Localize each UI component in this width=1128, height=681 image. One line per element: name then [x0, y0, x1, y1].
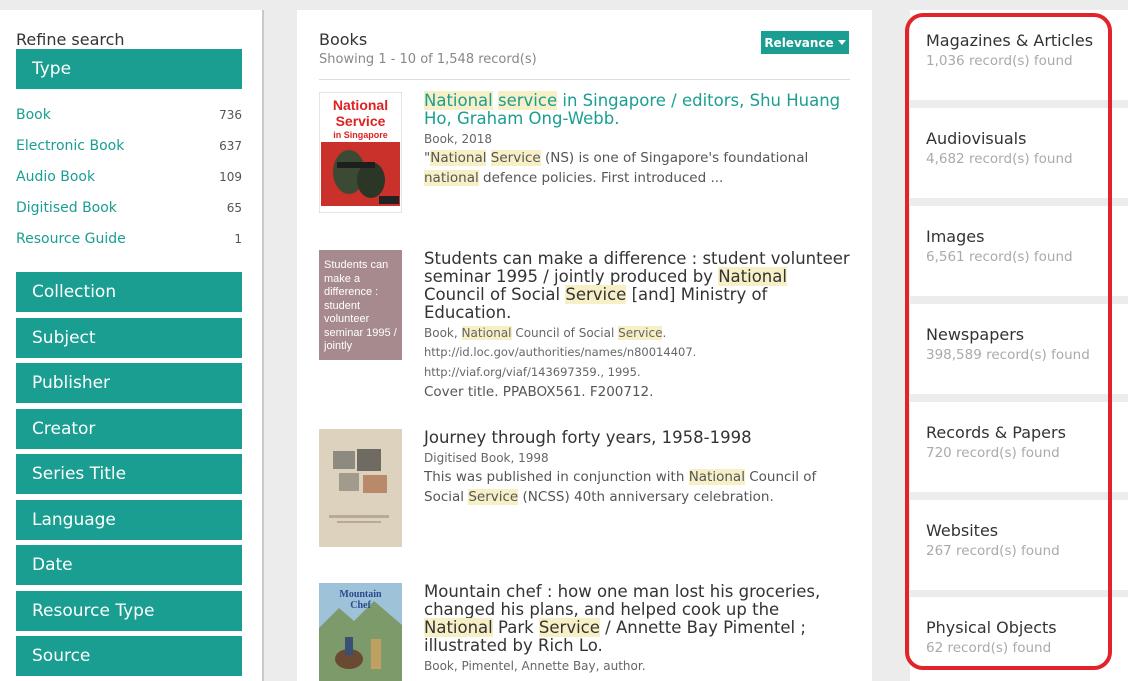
facet-subject-button[interactable]: Subject	[16, 318, 242, 358]
sort-label: Relevance	[764, 35, 834, 50]
refine-sidebar: Refine search Type Book 736 Electronic B…	[0, 10, 264, 681]
cover-text: Students can make a difference : student…	[324, 259, 397, 352]
other-categories-panel: Magazines & Articles 1,036 record(s) fou…	[904, 10, 1128, 681]
type-filter-count: 65	[226, 201, 242, 215]
facet-source-button[interactable]: Source	[16, 636, 242, 676]
type-filter-label: Digitised Book	[16, 200, 117, 216]
book-cover-thumbnail[interactable]: Mountain Chef	[319, 583, 402, 681]
refine-title: Refine search	[16, 30, 125, 49]
result-authority-link: http://id.loc.gov/authorities/names/n800…	[424, 345, 697, 359]
results-title: Books	[319, 30, 368, 49]
category-card-records-papers[interactable]: Records & Papers 720 record(s) found	[910, 402, 1128, 492]
category-card-websites[interactable]: Websites 267 record(s) found	[910, 500, 1128, 590]
type-filter-label: Book	[16, 107, 51, 123]
result-authority-link: http://viaf.org/viaf/143697359., 1995.	[424, 365, 641, 379]
facet-series-title-button[interactable]: Series Title	[16, 454, 242, 494]
facet-date-button[interactable]: Date	[16, 545, 242, 585]
results-panel: Books Showing 1 - 10 of 1,548 record(s) …	[297, 10, 872, 681]
category-card-magazines-articles[interactable]: Magazines & Articles 1,036 record(s) fou…	[910, 10, 1128, 100]
category-name: Images	[926, 227, 985, 246]
type-filter-count: 637	[219, 139, 242, 153]
book-cover-thumbnail[interactable]: Students can make a difference : student…	[319, 250, 402, 360]
result-meta: Book, National Council of Social Service…	[424, 326, 667, 340]
category-count: 62 record(s) found	[926, 640, 1052, 656]
result-title-link[interactable]: Mountain chef : how one man lost his gro…	[424, 583, 852, 655]
type-filter-audio-book[interactable]: Audio Book 109	[16, 167, 242, 187]
result-title-link[interactable]: Journey through forty years, 1958-1998	[424, 429, 852, 447]
category-count: 1,036 record(s) found	[926, 53, 1073, 69]
result-description: This was published in conjunction with N…	[424, 469, 817, 505]
cover-title-line: Chef	[350, 600, 371, 611]
type-filter-resource-guide[interactable]: Resource Guide 1	[16, 229, 242, 249]
category-name: Newspapers	[926, 325, 1025, 344]
cover-title-line: Service	[336, 113, 386, 129]
category-card-images[interactable]: Images 6,561 record(s) found	[910, 206, 1128, 296]
type-filter-count: 1	[234, 232, 242, 246]
divider	[319, 79, 850, 80]
facet-resource-type-button[interactable]: Resource Type	[16, 591, 242, 631]
type-filter-label: Electronic Book	[16, 138, 125, 154]
facet-type-button[interactable]: Type	[16, 49, 242, 89]
category-name: Physical Objects	[926, 618, 1057, 637]
type-filter-label: Audio Book	[16, 169, 96, 185]
category-card-physical-objects[interactable]: Physical Objects 62 record(s) found	[910, 597, 1128, 681]
result-description: "National Service (NS) is one of Singapo…	[424, 150, 809, 186]
cover-title-line: Mountain	[339, 589, 382, 600]
category-count: 398,589 record(s) found	[926, 347, 1090, 363]
book-cover-thumbnail[interactable]: National Service in Singapore	[318, 91, 403, 214]
category-card-newspapers[interactable]: Newspapers 398,589 record(s) found	[910, 304, 1128, 394]
cover-title-line: National	[333, 97, 388, 113]
results-count: Showing 1 - 10 of 1,548 record(s)	[319, 52, 537, 67]
type-filter-electronic-book[interactable]: Electronic Book 637	[16, 136, 242, 156]
book-cover-thumbnail[interactable]	[319, 429, 402, 547]
category-count: 267 record(s) found	[926, 543, 1060, 559]
category-name: Magazines & Articles	[926, 31, 1094, 50]
facet-collection-button[interactable]: Collection	[16, 272, 242, 312]
result-meta: Book, 2018	[424, 132, 493, 146]
category-name: Websites	[926, 521, 999, 540]
category-card-audiovisuals[interactable]: Audiovisuals 4,682 record(s) found	[910, 108, 1128, 198]
type-filter-count: 109	[219, 170, 242, 184]
result-meta: Book, Pimentel, Annette Bay, author.	[424, 659, 646, 673]
cover-title-line: in Singapore	[333, 130, 388, 140]
category-count: 6,561 record(s) found	[926, 249, 1073, 265]
result-description: Cover title. PPABOX561. F200712.	[424, 384, 654, 400]
type-filter-count: 736	[219, 108, 242, 122]
category-name: Records & Papers	[926, 423, 1066, 442]
caret-down-icon	[837, 40, 846, 45]
facet-publisher-button[interactable]: Publisher	[16, 363, 242, 403]
type-filter-digitised-book[interactable]: Digitised Book 65	[16, 198, 242, 218]
category-count: 4,682 record(s) found	[926, 151, 1073, 167]
type-filter-book[interactable]: Book 736	[16, 105, 242, 125]
sort-dropdown[interactable]: Relevance	[761, 31, 849, 54]
result-title-link[interactable]: National service in Singapore / editors,…	[424, 91, 852, 128]
type-filter-label: Resource Guide	[16, 231, 126, 247]
result-meta: Digitised Book, 1998	[424, 451, 549, 465]
facet-creator-button[interactable]: Creator	[16, 409, 242, 449]
category-name: Audiovisuals	[926, 129, 1027, 148]
category-count: 720 record(s) found	[926, 445, 1060, 461]
result-title-link[interactable]: Students can make a difference : student…	[424, 250, 852, 322]
facet-language-button[interactable]: Language	[16, 500, 242, 540]
